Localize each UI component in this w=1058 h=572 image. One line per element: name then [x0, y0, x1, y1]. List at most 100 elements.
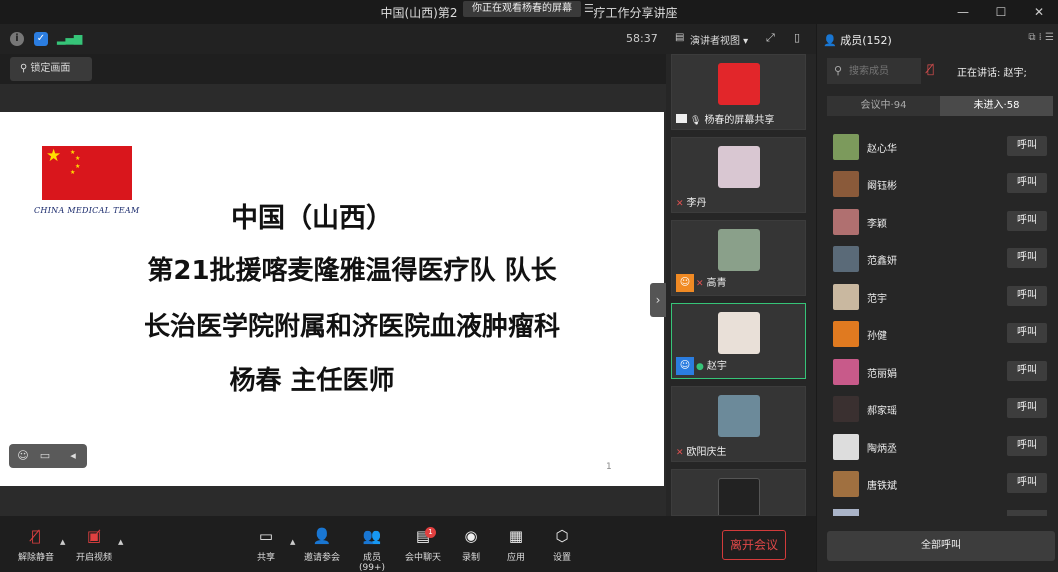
- member-row: 孙健 呼叫: [817, 315, 1058, 352]
- avatar: [833, 509, 859, 516]
- avatar: [718, 229, 760, 271]
- record-icon: ◉: [464, 527, 478, 545]
- start-video-button[interactable]: ▣̸ 开启视频: [72, 526, 116, 563]
- window-title-tail: 疗工作分享讲座: [593, 6, 678, 20]
- more-icon[interactable]: ☰: [1045, 32, 1054, 43]
- video-tile[interactable]: [671, 469, 806, 516]
- collapse-strip-tab[interactable]: ›: [650, 283, 666, 317]
- close-button[interactable]: ✕: [1020, 0, 1058, 24]
- share-label: 共享: [256, 553, 275, 563]
- member-status-tabs: 会议中·94 未进入·58: [827, 96, 1053, 116]
- member-row: 李颖 呼叫: [817, 203, 1058, 240]
- chat-label: 会中聊天: [404, 553, 441, 563]
- mic-icon: 🎙: [690, 116, 702, 126]
- video-tile[interactable]: 🎙 杨春的屏幕共享: [671, 54, 806, 130]
- video-tile-name: 🎙 杨春的屏幕共享: [676, 111, 774, 126]
- member-row: 唐铁斌 呼叫: [817, 465, 1058, 502]
- window-title-head: 中国(山西)第2: [380, 6, 458, 20]
- video-tile-name: ✕ 李丹: [676, 194, 707, 209]
- member-row: 阚钰彬 呼叫: [817, 165, 1058, 202]
- settings-label: 设置: [552, 553, 571, 563]
- apps-icon: ▦: [508, 527, 524, 545]
- mic-off-icon: ✕: [676, 199, 684, 209]
- invite-button[interactable]: 👤 邀请参会: [302, 526, 342, 563]
- user-icon: ☺: [676, 357, 694, 375]
- maximize-button[interactable]: ☐: [982, 0, 1020, 24]
- chat-button[interactable]: ▤ 会中聊天: [403, 526, 443, 563]
- comment-icon[interactable]: ▭: [37, 448, 53, 464]
- audio-options-caret-icon[interactable]: ▲: [60, 538, 65, 546]
- unmute-button[interactable]: 🎙̸ 解除静音: [16, 526, 56, 563]
- members-icon: 👥: [362, 527, 382, 545]
- shared-slide: ★ ★ ★ ★ ★ CHINA MEDICAL TEAM 中国（山西） 第21批…: [0, 112, 664, 486]
- video-tile[interactable]: ✕ 李丹: [671, 137, 806, 213]
- share-options-caret-icon[interactable]: ▲: [290, 538, 295, 546]
- member-row: 范丽娟 呼叫: [817, 353, 1058, 390]
- gear-icon: ⬡: [555, 527, 569, 545]
- share-button[interactable]: ▭ 共享: [252, 526, 280, 563]
- shared-screen-stage: ★ ★ ★ ★ ★ CHINA MEDICAL TEAM 中国（山西） 第21批…: [0, 84, 666, 516]
- members-panel: 👤 成员(152) ⧉ ⁞ ☰ ⚲ 🎙̸ 正在讲话: 赵宇; 会议中·94 未进…: [816, 24, 1058, 572]
- popout-icon[interactable]: ⧉: [1028, 32, 1035, 43]
- member-row-partial: [817, 504, 1058, 516]
- viewing-screen-badge: 你正在观看杨春的屏幕: [463, 1, 581, 17]
- tile-name-text: 欧阳庆生: [686, 447, 727, 458]
- avatar: [833, 321, 859, 347]
- fullscreen-icon[interactable]: ⤢: [766, 31, 775, 45]
- call-all-button[interactable]: 全部呼叫: [827, 531, 1055, 561]
- call-button[interactable]: 呼叫: [1007, 211, 1047, 231]
- badge-menu-icon[interactable]: ☰: [584, 2, 594, 15]
- video-tile[interactable]: ✕ 欧阳庆生: [671, 386, 806, 462]
- signal-icon[interactable]: ▂▄▆: [57, 32, 82, 46]
- record-button[interactable]: ◉ 录制: [458, 526, 484, 563]
- apps-button[interactable]: ▦ 应用: [503, 526, 529, 563]
- avatar: [833, 246, 859, 272]
- member-name: 范鑫妍: [867, 256, 897, 267]
- chat-unread-badge: 1: [425, 527, 436, 538]
- leave-meeting-button[interactable]: 离开会议: [722, 530, 786, 560]
- mute-all-icon[interactable]: 🎙̸: [927, 62, 934, 76]
- call-button[interactable]: 呼叫: [1007, 436, 1047, 456]
- call-button[interactable]: 呼叫: [1007, 323, 1047, 343]
- tab-in-meeting[interactable]: 会议中·94: [827, 96, 940, 116]
- invite-label: 邀请参会: [303, 553, 340, 563]
- settings-button[interactable]: ⬡ 设置: [549, 526, 575, 563]
- call-button-partial[interactable]: [1007, 510, 1047, 516]
- call-button[interactable]: 呼叫: [1007, 136, 1047, 156]
- tab-not-joined[interactable]: 未进入·58: [940, 96, 1053, 116]
- info-icon[interactable]: i: [10, 32, 24, 46]
- panel-toggle-icon[interactable]: ▯: [794, 31, 800, 44]
- video-options-caret-icon[interactable]: ▲: [118, 538, 123, 546]
- speaking-status: 正在讲话: 赵宇;: [957, 68, 1027, 79]
- members-button[interactable]: 👥 成员(99+): [350, 526, 394, 572]
- avatar: [718, 395, 760, 437]
- video-tile[interactable]: ☺ ✕ 高青: [671, 220, 806, 296]
- panel-window-icons: ⧉ ⁞ ☰: [1028, 32, 1054, 43]
- speaker-view-dropdown[interactable]: 演讲者视图 ▾: [690, 32, 748, 47]
- video-tile-active[interactable]: ☺ ● 赵宇: [671, 303, 806, 379]
- member-name: 唐铁斌: [867, 481, 897, 492]
- tile-name-text: 杨春的屏幕共享: [704, 115, 775, 126]
- call-button[interactable]: 呼叫: [1007, 473, 1047, 493]
- call-button[interactable]: 呼叫: [1007, 398, 1047, 418]
- call-button[interactable]: 呼叫: [1007, 361, 1047, 381]
- video-tile-name: ☺ ✕ 高青: [676, 274, 727, 292]
- avatar: [833, 284, 859, 310]
- collapse-arrow-icon[interactable]: ◂: [65, 448, 81, 464]
- avatar: [833, 471, 859, 497]
- member-row: 赵心华 呼叫: [817, 128, 1058, 165]
- call-button[interactable]: 呼叫: [1007, 173, 1047, 193]
- call-button[interactable]: 呼叫: [1007, 286, 1047, 306]
- lock-view-button[interactable]: ⚲ 锁定画面: [10, 57, 92, 81]
- shield-icon[interactable]: ✓: [34, 32, 48, 46]
- share-screen-icon: ▭: [258, 527, 274, 545]
- member-row: 郝家瑶 呼叫: [817, 390, 1058, 427]
- member-name: 范丽娟: [867, 369, 897, 380]
- member-row: 陶炳丞 呼叫: [817, 428, 1058, 465]
- emoji-icon[interactable]: ☺: [15, 448, 31, 464]
- call-button[interactable]: 呼叫: [1007, 248, 1047, 268]
- search-icon: ⚲: [834, 64, 843, 77]
- record-label: 录制: [461, 553, 480, 563]
- member-name: 阚钰彬: [867, 181, 897, 192]
- minimize-button[interactable]: —: [944, 0, 982, 24]
